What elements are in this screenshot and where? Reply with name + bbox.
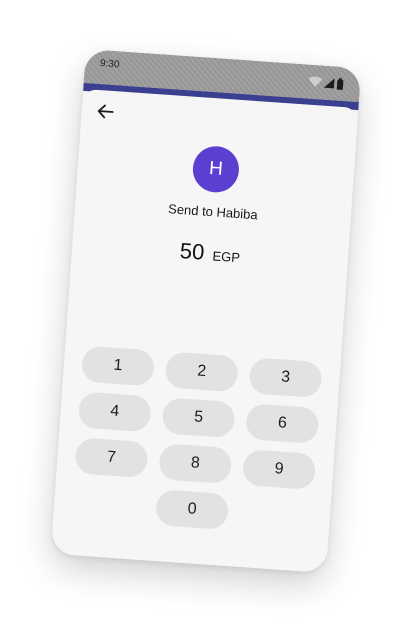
phone-mockup: 9:30 H Send to Habiba 50 EGP 1 2 3 4 5 6…: [50, 48, 362, 574]
key-7[interactable]: 7: [74, 437, 149, 479]
amount-currency: EGP: [212, 248, 241, 266]
status-icons: [306, 73, 347, 90]
amount-value: 50: [179, 238, 206, 265]
status-time: 9:30: [99, 58, 120, 71]
wifi-icon: [308, 76, 323, 88]
key-1[interactable]: 1: [80, 345, 156, 387]
key-0[interactable]: 0: [154, 489, 230, 530]
key-2[interactable]: 2: [164, 351, 239, 393]
back-button[interactable]: [94, 100, 117, 123]
key-3[interactable]: 3: [248, 357, 323, 399]
amount-display: 50 EGP: [71, 231, 348, 276]
avatar-initial: H: [208, 157, 224, 180]
key-9[interactable]: 9: [241, 449, 317, 490]
back-arrow-icon: [97, 104, 114, 119]
numeric-keypad: 1 2 3 4 5 6 7 8 9 0: [74, 345, 323, 530]
status-icons-svg: [308, 76, 344, 90]
battery-tip: [338, 78, 343, 81]
key-4[interactable]: 4: [77, 391, 152, 433]
battery-icon: [336, 79, 344, 90]
stage: 9:30 H Send to Habiba 50 EGP 1 2 3 4 5 6…: [0, 0, 412, 626]
send-to-label: Send to Habiba: [167, 201, 259, 223]
key-6[interactable]: 6: [245, 403, 320, 445]
key-8[interactable]: 8: [158, 443, 233, 485]
recipient-avatar: H: [191, 144, 241, 194]
signal-icon: [323, 78, 335, 89]
key-5[interactable]: 5: [161, 397, 236, 439]
screen-content: H Send to Habiba 50 EGP 1 2 3 4 5 6 7 8 …: [50, 88, 359, 574]
